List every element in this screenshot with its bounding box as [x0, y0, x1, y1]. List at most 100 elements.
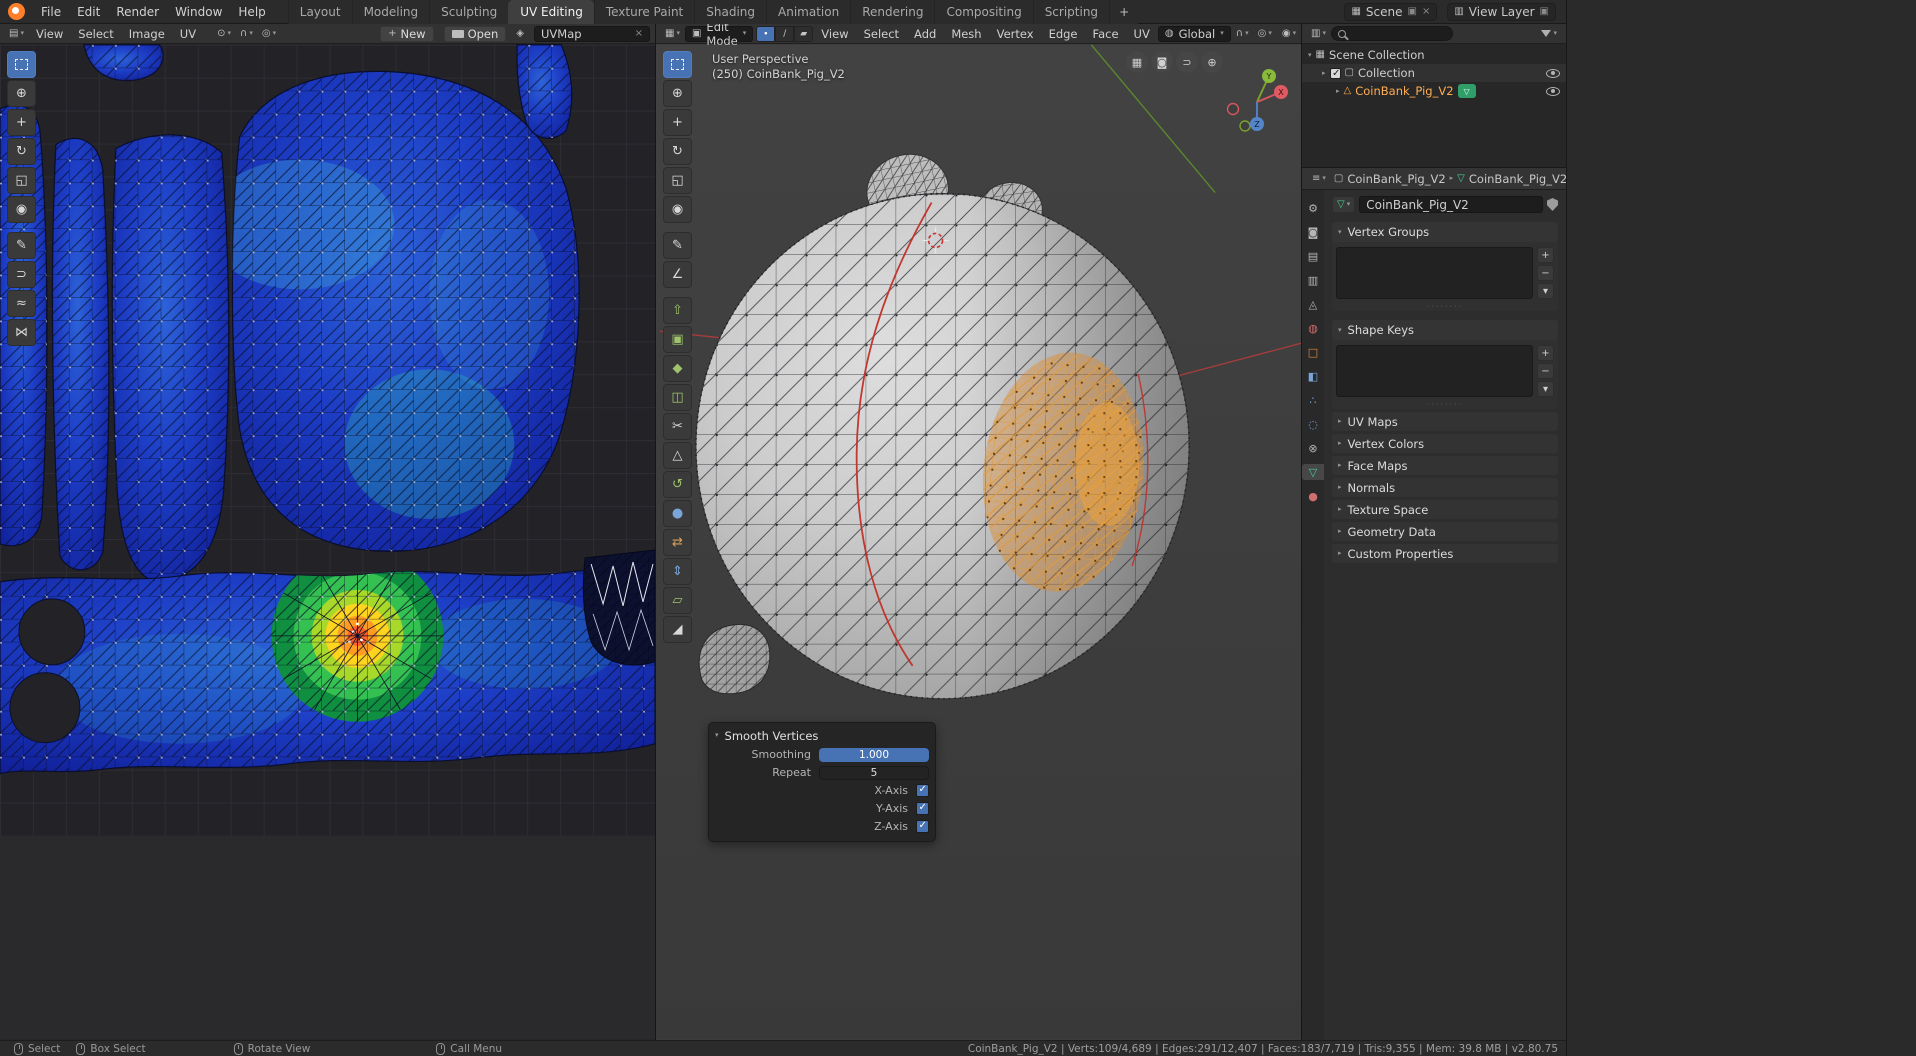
panel-header-normals[interactable]: ▸ Normals — [1332, 478, 1558, 497]
tool-edge-slide[interactable]: ⇄ — [663, 529, 692, 556]
panel-header-uv-maps[interactable]: ▸ UV Maps — [1332, 412, 1558, 431]
grid-toggle-button[interactable]: ▦ — [1126, 51, 1148, 73]
mesh-data-dropdown[interactable]: ▽ ▾ — [1332, 196, 1355, 213]
panel-header-geometry-data[interactable]: ▸ Geometry Data — [1332, 522, 1558, 541]
tool-cursor[interactable]: ⊕ — [7, 80, 36, 107]
filter-dropdown[interactable]: ▾ — [1537, 25, 1561, 43]
unlink-uvmap-icon[interactable]: × — [635, 29, 643, 39]
editor-type-button[interactable]: ▥ ▾ — [1307, 25, 1330, 43]
face-select-button[interactable]: ▰ — [794, 26, 813, 42]
uv-island-dense[interactable] — [583, 550, 655, 665]
editor-type-button[interactable]: ▦ ▾ — [661, 25, 684, 43]
tool-transform[interactable]: ◉ — [663, 196, 692, 223]
workspace-tab-texture-paint[interactable]: Texture Paint — [594, 0, 694, 24]
viewport-canvas-area[interactable]: ⊕ + ↻ ◱ ◉ ✎ ∠ ⇧ ▣ ◆ ◫ ✂ △ ↺ ● ⇄ ⇕ ▱ ◢ — [656, 44, 1301, 1040]
pig-foot[interactable] — [699, 624, 770, 693]
vp-menu-select[interactable]: Select — [857, 24, 906, 44]
outliner-search-input[interactable] — [1331, 26, 1453, 41]
tab-object[interactable]: □ — [1303, 344, 1323, 360]
editor-type-button[interactable]: ▤ ▾ — [5, 25, 28, 43]
uv-menu-uv[interactable]: UV — [173, 24, 203, 44]
tool-rotate[interactable]: ↻ — [7, 138, 36, 165]
vp-menu-mesh[interactable]: Mesh — [944, 24, 988, 44]
smoothing-slider[interactable]: 1.000 — [819, 748, 929, 762]
vp-menu-add[interactable]: Add — [907, 24, 943, 44]
proportional-editing-dropdown[interactable]: ◎ ▾ — [258, 25, 280, 43]
list-resize-grip[interactable] — [1332, 301, 1558, 311]
snap-toggle[interactable]: ∩ ▾ — [236, 25, 257, 43]
tab-scene[interactable]: ◬ — [1303, 296, 1323, 312]
panel-header-vertex-colors[interactable]: ▸ Vertex Colors — [1332, 434, 1558, 453]
menu-render[interactable]: Render — [108, 0, 167, 24]
view-layer-selector[interactable]: ▥ View Layer ▣ — [1447, 3, 1556, 21]
scene-selector[interactable]: ▦ Scene ▣ × — [1344, 3, 1437, 21]
hide-in-viewport-icon[interactable] — [1546, 87, 1560, 96]
tab-output[interactable]: ▤ — [1303, 248, 1323, 264]
breadcrumb-data[interactable]: CoinBank_Pig_V2 — [1469, 172, 1567, 186]
remove-shape-key-button[interactable]: − — [1537, 363, 1554, 379]
menu-edit[interactable]: Edit — [69, 0, 108, 24]
tool-tweak-select[interactable] — [7, 51, 36, 78]
pivot-point-dropdown[interactable]: ⊙ ▾ — [213, 25, 235, 43]
blender-logo-icon[interactable] — [8, 3, 25, 20]
tab-render[interactable]: ◙ — [1303, 224, 1323, 240]
workspace-tab-uv-editing[interactable]: UV Editing — [508, 0, 594, 24]
outliner-row-scene-collection[interactable]: ▾ ▦ Scene Collection — [1302, 46, 1566, 64]
tool-extrude-region[interactable]: ⇧ — [663, 297, 692, 324]
vertex-group-specials-button[interactable]: ▾ — [1537, 283, 1554, 299]
panel-header-face-maps[interactable]: ▸ Face Maps — [1332, 456, 1558, 475]
editor-type-button[interactable]: ≡ ▾ — [1308, 170, 1330, 188]
menu-help[interactable]: Help — [230, 0, 273, 24]
tool-knife[interactable]: ✂ — [663, 413, 692, 440]
uvmap-field[interactable]: UVMap × — [534, 26, 650, 42]
expander-icon[interactable]: ▾ — [1308, 52, 1312, 59]
collection-checkbox[interactable] — [1330, 68, 1341, 79]
gizmo-neg-y[interactable] — [1240, 121, 1250, 131]
outliner-row-collection[interactable]: ▸ ▢ Collection — [1302, 64, 1566, 82]
mode-dropdown[interactable]: ▣ Edit Mode ▾ — [685, 26, 753, 42]
tool-smooth[interactable]: ● — [663, 500, 692, 527]
tool-pinch[interactable]: ⋈ — [7, 319, 36, 346]
remove-vertex-group-button[interactable]: − — [1537, 265, 1554, 281]
tool-poly-build[interactable]: △ — [663, 442, 692, 469]
panel-header-custom-properties[interactable]: ▸ Custom Properties — [1332, 544, 1558, 563]
orientation-gizmo[interactable]: Y X Z — [1223, 62, 1293, 132]
vp-menu-edge[interactable]: Edge — [1042, 24, 1085, 44]
gizmo-neg-x[interactable] — [1228, 104, 1239, 115]
new-image-button[interactable]: + New — [380, 26, 433, 42]
snap-toggle[interactable]: ∩ ▾ — [1232, 25, 1253, 43]
workspace-tab-animation[interactable]: Animation — [766, 0, 850, 24]
vp-menu-uv[interactable]: UV — [1127, 24, 1157, 44]
tool-shear[interactable]: ▱ — [663, 587, 692, 614]
vp-menu-view[interactable]: View — [814, 24, 855, 44]
outliner-row-object[interactable]: ▸ △ CoinBank_Pig_V2 ▽ — [1302, 82, 1566, 100]
repeat-field[interactable]: 5 — [819, 766, 929, 780]
add-vertex-group-button[interactable]: + — [1537, 247, 1554, 263]
tool-move[interactable]: + — [7, 109, 36, 136]
tool-annotate[interactable]: ✎ — [7, 232, 36, 259]
tool-loop-cut[interactable]: ◫ — [663, 384, 692, 411]
smooth-panel-header[interactable]: ▾ Smooth Vertices — [715, 726, 929, 745]
panel-header-texture-space[interactable]: ▸ Texture Space — [1332, 500, 1558, 519]
edge-select-button[interactable]: ∕ — [775, 26, 794, 42]
expander-icon[interactable]: ▸ — [1322, 70, 1326, 77]
tool-select-box[interactable] — [663, 51, 692, 78]
uv-menu-image[interactable]: Image — [122, 24, 172, 44]
panel-header-vertex-groups[interactable]: ▾ Vertex Groups — [1332, 222, 1558, 242]
viewport-canvas[interactable] — [656, 44, 1301, 1040]
shape-keys-list[interactable] — [1336, 345, 1533, 397]
add-workspace-button[interactable]: + — [1109, 0, 1138, 24]
edit-mode-data-badge[interactable]: ▽ — [1458, 84, 1476, 98]
menu-window[interactable]: Window — [167, 0, 230, 24]
pin-icon[interactable]: ◈ — [516, 29, 524, 39]
tab-particles[interactable]: ∴ — [1303, 392, 1323, 408]
tool-bevel[interactable]: ◆ — [663, 355, 692, 382]
workspace-tab-scripting[interactable]: Scripting — [1033, 0, 1109, 24]
tool-relax[interactable]: ≈ — [7, 290, 36, 317]
tab-view-layer[interactable]: ▥ — [1303, 272, 1323, 288]
workspace-tab-sculpting[interactable]: Sculpting — [429, 0, 508, 24]
tab-object-data[interactable]: ▽ — [1302, 464, 1324, 480]
tab-physics[interactable]: ◌ — [1303, 416, 1323, 432]
tab-material[interactable]: ● — [1303, 488, 1323, 504]
add-shape-key-button[interactable]: + — [1537, 345, 1554, 361]
